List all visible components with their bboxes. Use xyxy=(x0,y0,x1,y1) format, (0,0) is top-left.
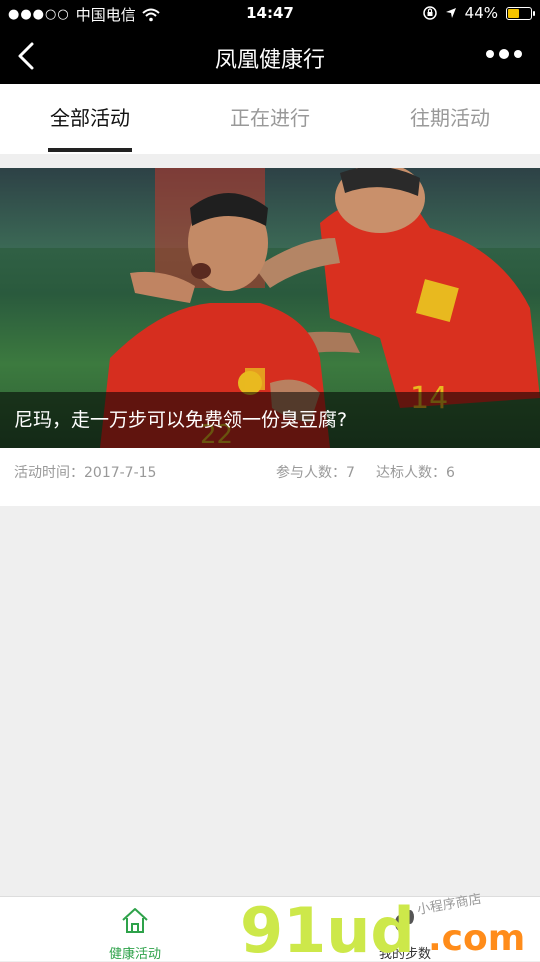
tab-label: 健康活动 xyxy=(108,947,161,962)
status-bar: ●●●○○ 中国电信 14:47 44% xyxy=(0,0,540,28)
tab-label: 正在进行 xyxy=(230,106,310,130)
orientation-lock-icon xyxy=(422,6,437,20)
home-icon xyxy=(122,908,148,933)
activity-tabs: 全部活动 正在进行 往期活动 xyxy=(0,84,540,154)
watermark-logo: 91ud .com 小程序商店 xyxy=(240,892,525,960)
tab-health-activities[interactable]: 健康活动 xyxy=(0,897,270,962)
activity-banner-image[interactable]: 22 14 尼玛，走一万步可以免费领一份臭豆腐? xyxy=(0,168,540,448)
watermark-brand: 91ud xyxy=(240,894,415,960)
tab-in-progress[interactable]: 正在进行 xyxy=(228,84,312,154)
watermark-tagline: 小程序商店 xyxy=(416,892,483,918)
tab-active-indicator xyxy=(48,148,132,152)
activity-date: 活动时间：2017-7-15 xyxy=(14,465,157,481)
battery-icon xyxy=(506,6,535,20)
battery-percent: 44% xyxy=(464,4,498,22)
activity-meta: 活动时间：2017-7-15 参与人数：7 达标人数：6 xyxy=(0,460,540,490)
tab-label: 往期活动 xyxy=(410,106,490,130)
more-options-icon[interactable] xyxy=(484,42,524,70)
watermark-domain: .com xyxy=(428,918,525,959)
title-bar: 凤凰健康行 xyxy=(0,28,540,84)
participant-count: 参与人数：7 xyxy=(276,465,355,481)
location-icon xyxy=(445,8,456,18)
achiever-count: 达标人数：6 xyxy=(376,465,455,481)
tab-label: 全部活动 xyxy=(50,106,130,130)
tab-past-activities[interactable]: 往期活动 xyxy=(408,84,492,154)
page-title: 凤凰健康行 xyxy=(214,48,325,73)
activity-card[interactable]: 22 14 尼玛，走一万步可以免费领一份臭豆腐? 活动时间：2017-7-15 … xyxy=(0,168,540,506)
tab-all-activities[interactable]: 全部活动 xyxy=(48,84,132,154)
activity-title: 尼玛，走一万步可以免费领一份臭豆腐? xyxy=(14,409,348,431)
